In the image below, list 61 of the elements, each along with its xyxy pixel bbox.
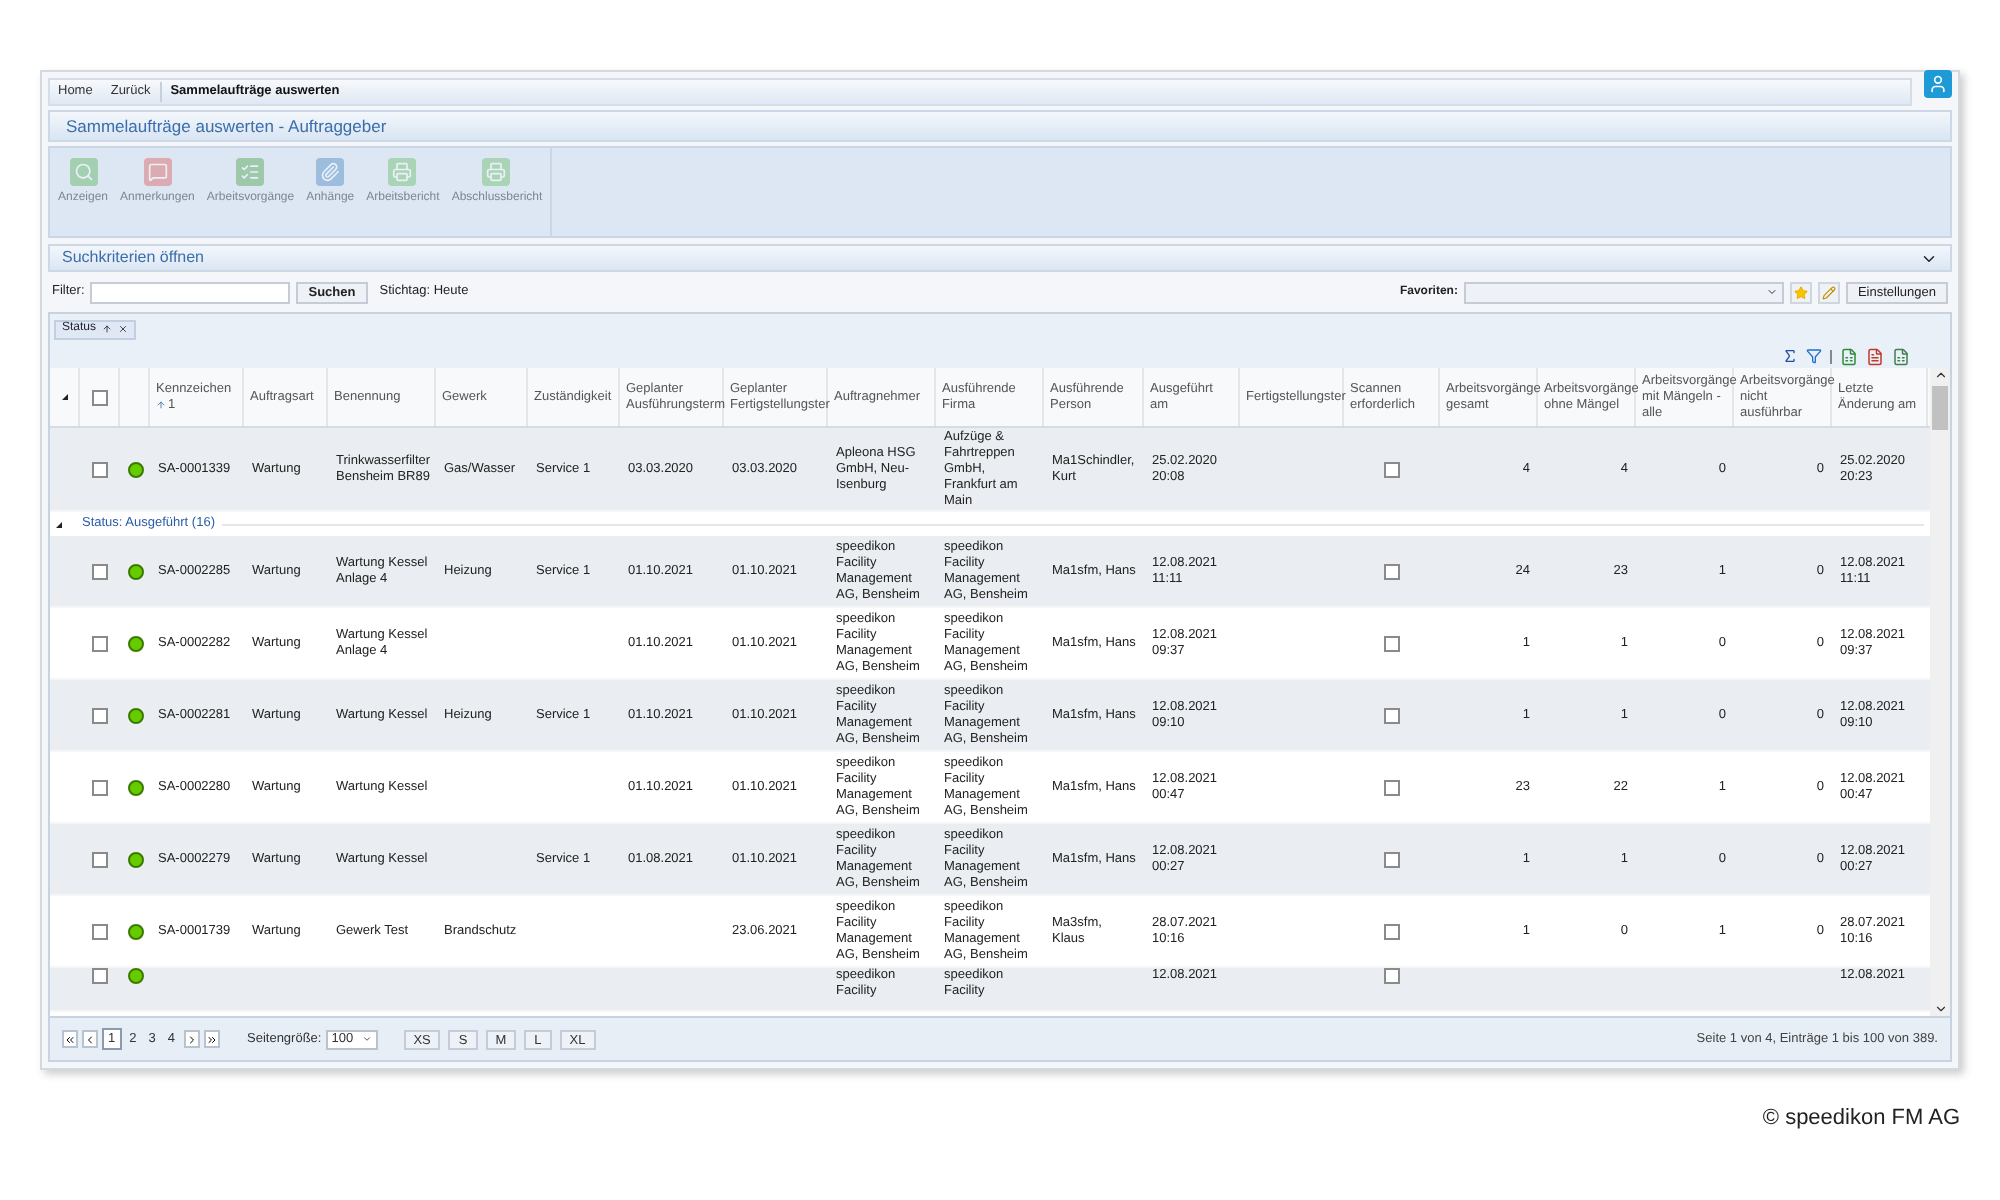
scroll-up-icon [1933,368,1947,382]
left-icon [84,1033,96,1045]
table-row[interactable] [50,680,1930,752]
last-page-button[interactable] [203,1030,219,1048]
checkbox[interactable] [92,707,108,723]
user-button[interactable] [1924,70,1952,98]
caret-icon [1765,286,1778,298]
page-title: Sammelaufträge auswerten - Auftraggeber [66,113,387,139]
right-icon [185,1033,197,1045]
scrollbar-thumb[interactable] [1932,386,1948,430]
first-page-button[interactable] [62,1030,78,1048]
checkbox[interactable] [1384,779,1400,795]
next-page-button[interactable] [183,1030,199,1048]
scroll-down-icon [1933,1002,1947,1016]
checkbox[interactable] [92,923,108,939]
table-row[interactable] [50,428,1930,512]
checkbox[interactable] [92,635,108,651]
checkbox[interactable] [1384,461,1400,477]
star-icon [1793,285,1808,299]
paperclip-icon [316,158,345,186]
checkbox[interactable] [1384,563,1400,579]
table-row[interactable] [50,536,1930,608]
checkbox[interactable] [1384,851,1400,867]
sum-icon[interactable] [1782,348,1798,364]
double-right-icon [205,1033,217,1045]
double-left-icon [64,1033,76,1045]
pencil-icon [1821,285,1836,299]
group-toggle-icon[interactable] [56,521,62,527]
spreadsheet-export-icon[interactable] [1840,347,1858,365]
search-icon [69,158,98,186]
filter-field[interactable] [90,281,291,303]
checkbox[interactable] [91,389,107,405]
checkbox[interactable] [1384,923,1400,939]
table-row[interactable] [50,824,1930,896]
sort-ascending-icon [156,400,166,410]
checkbox[interactable] [1384,635,1400,651]
pdf-export-icon[interactable] [1866,347,1884,365]
checkbox[interactable] [1384,968,1400,984]
search-criteria-bar[interactable]: Suchkriterien öffnen [48,244,1952,272]
checkbox[interactable] [92,563,108,579]
checklist-icon [236,158,265,186]
scrollbar[interactable] [1930,368,1950,1016]
checkbox[interactable] [92,851,108,867]
checkbox[interactable] [92,461,108,477]
user-icon [1928,74,1948,94]
csv-export-icon[interactable] [1892,347,1910,365]
favorite-star-button[interactable] [1789,281,1812,303]
checkbox[interactable] [92,968,108,984]
caret-icon [361,1034,372,1044]
table-row[interactable] [50,608,1930,680]
edit-favorite-button[interactable] [1817,281,1840,303]
collapse-all-icon [61,394,67,400]
comment-icon [143,158,172,186]
copyright-caption: © speedikon FM AG [1762,1104,1960,1134]
printer-icon [482,158,511,186]
previous-page-button[interactable] [82,1030,98,1048]
printer-icon [388,158,417,186]
checkbox[interactable] [92,779,108,795]
checkbox[interactable] [1384,707,1400,723]
sort-up-icon [102,324,113,334]
filter-icon[interactable] [1806,348,1822,364]
